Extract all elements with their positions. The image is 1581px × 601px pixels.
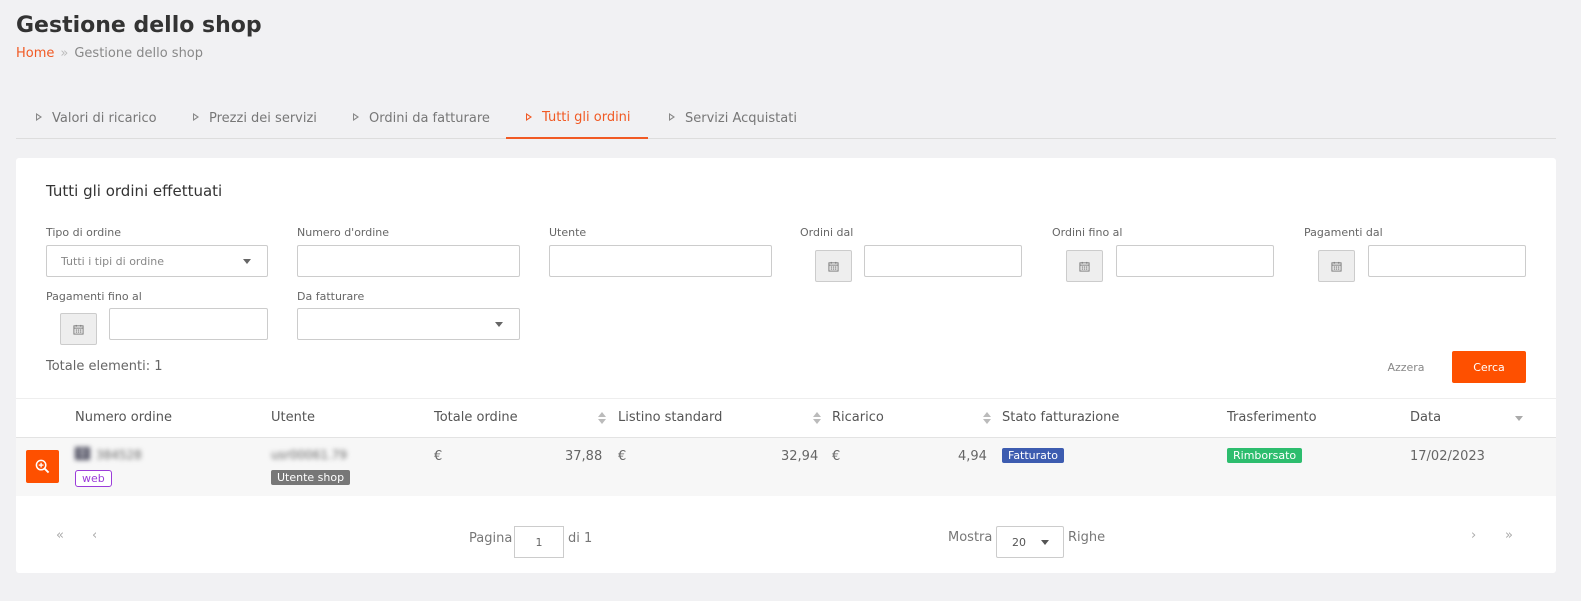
order-prefix: 0	[75, 447, 90, 460]
triangle-right-icon	[526, 113, 532, 121]
markup: 4,94	[958, 449, 987, 464]
first-page-button[interactable]: «	[56, 528, 64, 543]
col-transfer[interactable]: Trasferimento	[1227, 410, 1317, 425]
orders-from-label: Ordini dal	[800, 226, 854, 239]
tab-label: Servizi Acquistati	[685, 110, 797, 126]
rows-label: Righe	[1068, 530, 1106, 545]
calendar-icon	[1079, 261, 1090, 272]
orders-to-calendar-button[interactable]	[1066, 250, 1103, 282]
transfer-status-badge: Rimborsato	[1227, 448, 1303, 463]
standard-list-currency: €	[618, 449, 627, 464]
tab-label: Ordini da fatturare	[369, 110, 490, 126]
sort-desc-icon[interactable]	[1515, 416, 1523, 421]
breadcrumb: Home » Gestione dello shop	[16, 46, 203, 61]
standard-list: 32,94	[781, 449, 819, 464]
breadcrumb-current: Gestione dello shop	[74, 46, 204, 61]
tab-valori-di-ricarico[interactable]: Valori di ricarico	[16, 97, 157, 139]
reset-button[interactable]: Azzera	[1378, 351, 1434, 383]
card-title: Tutti gli ordini effettuati	[46, 182, 223, 200]
chevron-down-icon	[495, 322, 503, 327]
order-number: 384528	[96, 448, 142, 462]
calendar-icon	[828, 261, 839, 272]
table-header: Numero ordine Utente Totale ordine Listi…	[16, 398, 1556, 438]
tab-bar: Valori di ricarico Prezzi dei servizi Or…	[16, 97, 1556, 139]
order-number-input[interactable]	[297, 245, 520, 277]
pagination: « ‹ Pagina di 1 Mostra 20 Righe › »	[16, 518, 1556, 558]
order-date: 17/02/2023	[1410, 449, 1485, 464]
markup-currency: €	[832, 449, 841, 464]
col-order-total[interactable]: Totale ordine	[434, 410, 518, 425]
calendar-icon	[1331, 261, 1342, 272]
order-type-label: Tipo di ordine	[46, 226, 122, 239]
order-type-value: Tutti i tipi di ordine	[61, 254, 165, 268]
payments-from-input[interactable]	[1368, 245, 1526, 277]
to-invoice-select[interactable]	[297, 308, 520, 340]
calendar-icon	[73, 324, 84, 335]
orders-from-calendar-button[interactable]	[815, 250, 852, 282]
orders-from-input[interactable]	[864, 245, 1022, 277]
view-order-button[interactable]	[26, 450, 59, 483]
sort-icon[interactable]	[813, 410, 821, 426]
triangle-right-icon	[36, 113, 42, 121]
tab-label: Valori di ricarico	[52, 110, 157, 126]
col-order-number[interactable]: Numero ordine	[75, 410, 172, 425]
orders-to-input[interactable]	[1116, 245, 1274, 277]
orders-card: Tutti gli ordini effettuati Tipo di ordi…	[16, 158, 1556, 573]
channel-badge: web	[75, 470, 112, 487]
breadcrumb-separator: »	[60, 46, 69, 61]
rows-per-page-select[interactable]: 20	[996, 526, 1064, 558]
search-button[interactable]: Cerca	[1452, 351, 1526, 383]
show-label: Mostra	[948, 530, 993, 545]
page-title: Gestione dello shop	[16, 13, 262, 38]
triangle-right-icon	[193, 113, 199, 121]
tab-servizi-acquistati[interactable]: Servizi Acquistati	[649, 97, 797, 139]
billing-status-badge: Fatturato	[1002, 448, 1064, 463]
payments-to-calendar-button[interactable]	[60, 313, 97, 345]
col-standard-list[interactable]: Listino standard	[618, 410, 722, 425]
triangle-right-icon	[669, 113, 675, 121]
next-page-button[interactable]: ›	[1471, 528, 1476, 543]
order-number-label: Numero d'ordine	[297, 226, 390, 239]
tab-label: Prezzi dei servizi	[209, 110, 317, 126]
col-billing-status[interactable]: Stato fatturazione	[1002, 410, 1119, 425]
col-user[interactable]: Utente	[271, 410, 315, 425]
sort-icon[interactable]	[598, 410, 606, 426]
order-user: usr00061.79	[271, 448, 348, 462]
user-label: Utente	[549, 226, 587, 239]
to-invoice-label: Da fatturare	[297, 290, 365, 303]
user-input[interactable]	[549, 245, 772, 277]
tab-label: Tutti gli ordini	[542, 109, 631, 125]
rows-per-page-value: 20	[1012, 535, 1026, 549]
page-number-input[interactable]	[514, 526, 564, 558]
order-total-currency: €	[434, 449, 443, 464]
page-count: di 1	[568, 531, 593, 546]
prev-page-button[interactable]: ‹	[92, 528, 97, 543]
sort-icon[interactable]	[983, 410, 991, 426]
chevron-down-icon	[243, 259, 251, 264]
order-type-select[interactable]: Tutti i tipi di ordine	[46, 245, 268, 277]
col-markup[interactable]: Ricarico	[832, 410, 884, 425]
breadcrumb-home-link[interactable]: Home	[16, 46, 54, 61]
tab-ordini-da-fatturare[interactable]: Ordini da fatturare	[333, 97, 490, 139]
orders-to-label: Ordini fino al	[1052, 226, 1123, 239]
col-date[interactable]: Data	[1410, 410, 1441, 425]
total-elements: Totale elementi: 1	[46, 359, 163, 374]
last-page-button[interactable]: »	[1505, 528, 1513, 543]
payments-from-label: Pagamenti dal	[1304, 226, 1383, 239]
table-row: 0 384528 web usr00061.79 Utente shop € 3…	[16, 438, 1556, 496]
triangle-right-icon	[353, 113, 359, 121]
order-total: 37,88	[565, 449, 603, 464]
zoom-in-icon	[35, 459, 50, 474]
page-label: Pagina	[469, 531, 513, 546]
chevron-down-icon	[1041, 540, 1049, 545]
user-type-badge: Utente shop	[271, 470, 351, 485]
payments-to-label: Pagamenti fino al	[46, 290, 142, 303]
tab-prezzi-dei-servizi[interactable]: Prezzi dei servizi	[173, 97, 317, 139]
tab-tutti-gli-ordini[interactable]: Tutti gli ordini	[506, 97, 648, 139]
payments-from-calendar-button[interactable]	[1318, 250, 1355, 282]
payments-to-input[interactable]	[109, 308, 268, 340]
